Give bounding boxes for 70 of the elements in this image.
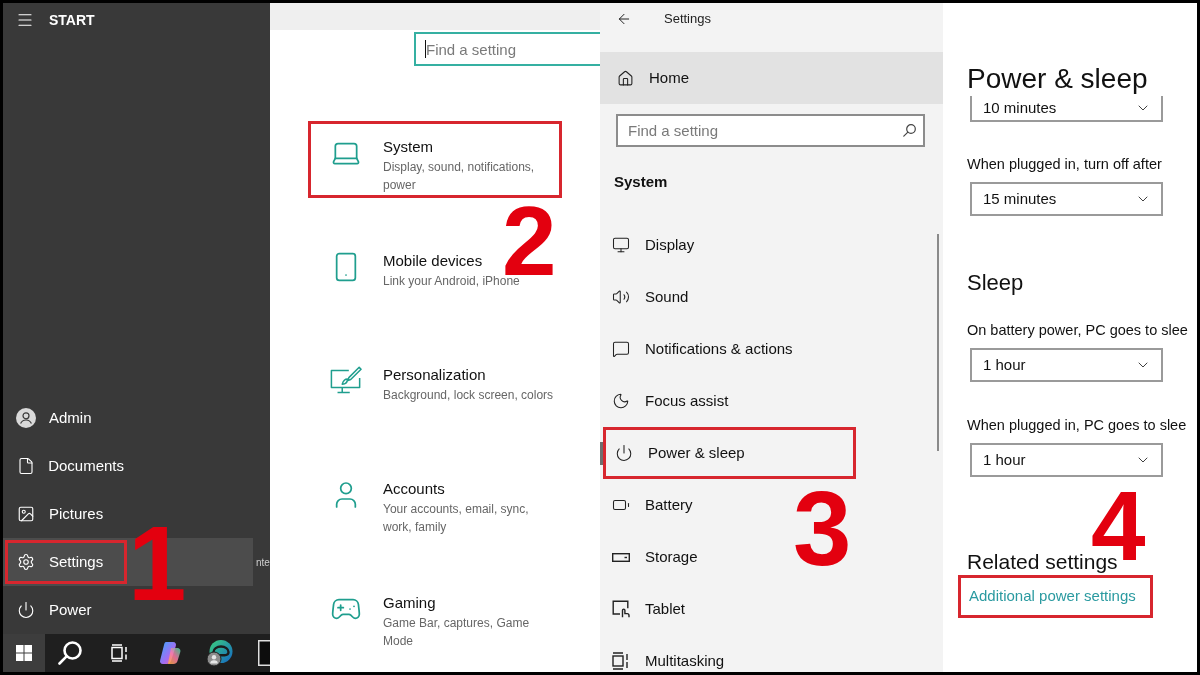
category-button[interactable]: Gaming Game Bar, captures, Game Mode [308,577,562,654]
text-cursor-icon [425,40,426,58]
window-title: Settings [664,10,711,29]
category-description: Your accounts, email, sync, work, family [383,501,530,536]
task-view-icon [111,644,129,662]
picture-icon [17,505,35,523]
section-heading: System [613,172,669,192]
app-logo-icon [159,642,181,664]
start-menu-item[interactable]: Admin [5,396,127,440]
nav-item[interactable]: Power & sleep [603,427,856,479]
power-icon [615,444,633,462]
page-title: Power & sleep [967,62,1149,96]
category-title: Gaming [383,593,436,613]
setting-label: When plugged in, turn off after [967,155,1163,174]
start-button[interactable] [3,634,45,672]
search-field[interactable]: Find a setting [616,114,925,147]
dropdown[interactable]: 1 hour [970,348,1163,382]
section-heading: Sleep [967,269,1025,297]
start-menu-item[interactable]: Documents [5,444,127,488]
category-button[interactable]: System Display, sound, notifications, power [308,121,562,198]
dropdown[interactable]: 15 minutes [970,182,1163,216]
dropdown[interactable]: 1 hour [970,443,1163,477]
start-menu-item[interactable]: Power [5,588,127,632]
speaker-icon [612,288,630,306]
category-description: Game Bar, captures, Game Mode [383,615,531,650]
moon-icon [612,392,630,410]
category-description: Link your Android, iPhone [383,274,520,290]
nav-item[interactable]: Notifications & actions [603,338,856,360]
setting-label: On battery power, PC goes to slee [967,321,1189,340]
category-button[interactable]: Accounts Your accounts, email, sync, work, family [308,463,562,540]
background-text: nte [256,555,270,570]
category-title: Accounts [383,479,445,499]
search-field[interactable]: Find a setting [414,32,600,66]
menu-icon[interactable] [16,11,34,29]
nav-item[interactable]: Sound [603,286,856,308]
power-icon [17,601,35,619]
start-title: START [49,10,95,30]
monitor-brush-icon [330,365,362,395]
dropdown[interactable]: 10 minutes [970,96,1163,122]
category-title: Mobile devices [383,251,483,271]
windows-logo-icon [16,645,32,661]
search-icon [58,641,82,665]
category-button[interactable]: Personalization Background, lock screen, colors [308,349,562,426]
category-title: System [383,137,433,157]
category-title: Personalization [383,365,486,385]
start-menu-item[interactable]: Pictures [5,492,127,536]
category-description: Display, sound, notifications, power [383,159,536,194]
nav-item[interactable]: Display [603,234,856,256]
drive-icon [612,552,630,562]
scrollbar[interactable] [937,234,939,451]
nav-item[interactable]: Multitasking [603,650,856,672]
search-icon [903,124,916,137]
tablet-touch-icon [612,600,630,618]
home-nav-item[interactable]: Home [600,52,943,104]
window-split-icon [612,652,630,670]
document-icon [16,457,35,475]
back-button[interactable] [616,11,632,27]
message-icon [612,340,630,358]
category-description: Background, lock screen, colors [383,387,554,404]
avatar-icon [16,408,36,428]
nav-item[interactable]: Tablet [603,598,856,620]
step-number: 3 [793,476,852,581]
browser-icon [207,640,233,666]
nav-item[interactable]: Focus assist [603,390,856,412]
monitor-icon [612,236,630,254]
setting-label: When plugged in, PC goes to slee [967,416,1188,435]
start-menu-item[interactable]: Settings [5,540,127,584]
step-number: 1 [128,511,187,616]
home-icon [617,69,634,87]
settings-icon [17,553,35,571]
